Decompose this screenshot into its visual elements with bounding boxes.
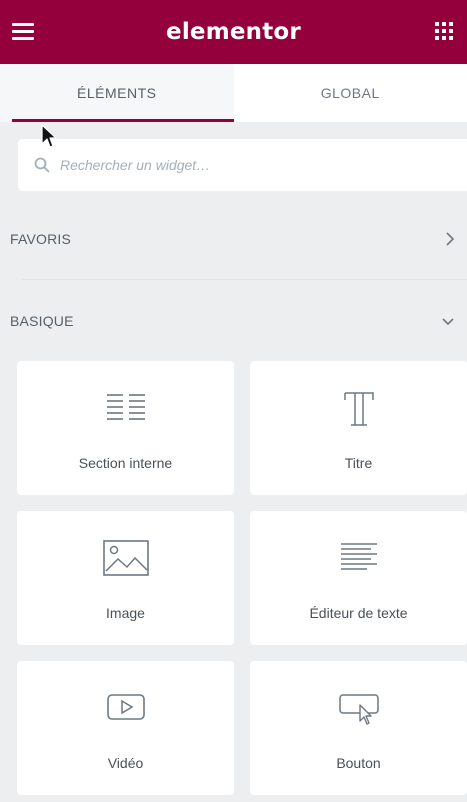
inner-section-icon <box>106 394 145 420</box>
category-label: BASIQUE <box>10 313 74 329</box>
widget-label: Vidéo <box>107 755 144 771</box>
top-bar: elementor <box>0 0 467 64</box>
chevron-right-icon <box>446 232 455 246</box>
category-favoris[interactable]: FAVORIS <box>0 219 467 259</box>
widget-video[interactable]: Vidéo <box>17 661 234 795</box>
search-icon <box>34 157 50 173</box>
mouse-cursor-icon <box>41 124 57 148</box>
widget-label: Éditeur de texte <box>309 605 408 621</box>
widget-heading[interactable]: Titre <box>250 361 467 495</box>
widget-label: Bouton <box>336 755 381 771</box>
image-icon <box>102 540 149 576</box>
search-input[interactable] <box>58 156 422 174</box>
heading-icon <box>343 392 374 426</box>
widget-image[interactable]: Image <box>17 511 234 645</box>
widget-label: Section interne <box>78 455 173 471</box>
panel-tabs: ÉLÉMENTS GLOBAL <box>0 64 467 122</box>
elementor-logo: elementor <box>166 19 301 45</box>
grid-icon[interactable] <box>435 22 453 40</box>
hamburger-icon[interactable] <box>12 23 34 41</box>
category-label: FAVORIS <box>10 231 72 247</box>
widget-label: Image <box>106 605 145 621</box>
category-basique[interactable]: BASIQUE <box>0 301 467 341</box>
widget-text-editor[interactable]: Éditeur de texte <box>250 511 467 645</box>
widget-button[interactable]: Bouton <box>250 661 467 795</box>
divider <box>22 279 467 280</box>
widget-inner-section[interactable]: Section interne <box>17 361 234 495</box>
search-bar <box>18 139 467 191</box>
tab-elements[interactable]: ÉLÉMENTS <box>0 64 234 122</box>
tab-global[interactable]: GLOBAL <box>234 64 467 122</box>
button-icon <box>338 694 379 725</box>
widget-label: Titre <box>344 455 373 471</box>
chevron-down-icon <box>442 318 454 326</box>
video-icon <box>106 694 145 720</box>
text-editor-icon <box>340 543 377 570</box>
